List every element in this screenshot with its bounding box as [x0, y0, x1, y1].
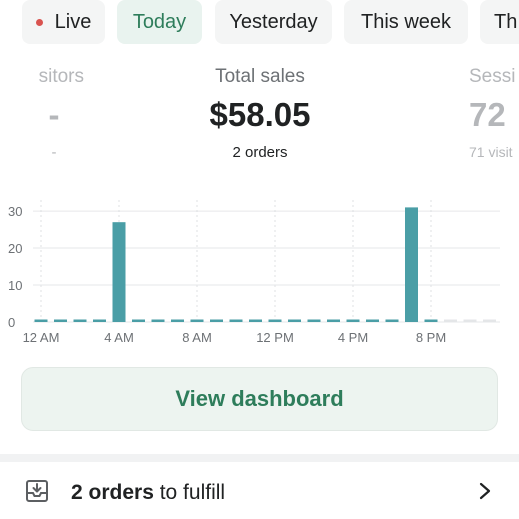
hour-bar: [307, 319, 321, 322]
x-tick-label: 4 AM: [104, 330, 134, 345]
metric-sessions-label: Sessi: [469, 66, 516, 87]
metric-visitors[interactable]: sitors - -: [0, 66, 84, 161]
x-tick-label: 12 PM: [256, 330, 294, 345]
tab-today-label: Today: [132, 10, 187, 33]
orders-to-fulfill-row[interactable]: 2 orders to fulfill: [0, 462, 519, 519]
x-tick-label: 8 AM: [182, 330, 212, 345]
section-divider: [0, 454, 519, 462]
hour-bar: [93, 319, 106, 322]
hour-bar: [54, 319, 67, 322]
x-tick-label: 4 PM: [338, 330, 368, 345]
hour-bar: [366, 319, 379, 322]
x-tick-label: 12 AM: [23, 330, 60, 345]
hour-bar: [385, 319, 399, 322]
metric-visitors-label: sitors: [38, 66, 84, 87]
hour-bar: [268, 319, 282, 322]
tab-live-label: Live: [54, 10, 92, 33]
hour-bar: [190, 319, 204, 322]
tab-yesterday[interactable]: Yesterday: [215, 0, 332, 44]
tab-next-partial[interactable]: Th: [480, 0, 519, 44]
hour-bar: [288, 319, 301, 322]
tab-yesterday-label: Yesterday: [229, 10, 318, 33]
to-fulfill-label: to fulfill: [153, 481, 226, 504]
live-dot-icon: [35, 18, 43, 26]
metric-sales-value: $58.05: [209, 96, 311, 133]
tab-live[interactable]: Live: [22, 0, 105, 44]
metric-sessions-sub: 71 visit: [469, 144, 513, 160]
date-range-tabs: Live Today Yesterday This week Th: [0, 0, 519, 44]
tab-this-week[interactable]: This week: [344, 0, 468, 44]
metric-total-sales[interactable]: Total sales $58.05 2 orders: [160, 66, 360, 161]
hour-bar: [229, 319, 243, 322]
hour-bar: [132, 319, 145, 322]
x-tick-label: 8 PM: [416, 330, 446, 345]
hour-bar: [210, 319, 223, 322]
metric-visitors-value: -: [48, 96, 60, 133]
orders-count: 2 orders: [71, 481, 154, 504]
hour-bar: [171, 319, 184, 322]
hour-bar: [112, 222, 126, 322]
hour-bar: [463, 319, 477, 322]
hour-bar: [346, 319, 360, 322]
analytics-screen: Live Today Yesterday This week Th sitors…: [0, 0, 519, 519]
view-dashboard-label: View dashboard: [175, 386, 344, 411]
hour-bar: [424, 319, 438, 322]
tab-next-label: Th: [494, 10, 518, 33]
tab-today[interactable]: Today: [117, 0, 202, 44]
view-dashboard-button[interactable]: View dashboard: [21, 367, 498, 431]
hour-bar: [405, 207, 418, 322]
metric-sales-sub: 2 orders: [232, 144, 288, 161]
metric-sessions[interactable]: Sessi 72 71 visit: [469, 66, 519, 160]
hour-bar: [34, 319, 48, 322]
hour-bar: [327, 319, 340, 322]
metric-sessions-value: 72: [469, 96, 506, 133]
sales-by-hour-chart: 0 10 20 30 12 AM 4 AM 8 AM 12 PM 4 PM 8 PM: [8, 200, 500, 345]
y-tick-label: 20: [8, 241, 22, 256]
inbox-download-icon: [26, 480, 48, 502]
hour-bar: [249, 319, 262, 322]
tab-this-week-label: This week: [360, 10, 452, 33]
metric-sales-label: Total sales: [215, 66, 305, 87]
metric-visitors-sub: -: [51, 144, 57, 161]
y-tick-label: 0: [8, 315, 15, 330]
y-tick-label: 30: [8, 204, 22, 219]
hour-bar: [73, 319, 87, 322]
orders-to-fulfill-text: 2 orders to fulfill: [71, 481, 225, 505]
hour-bar: [444, 319, 457, 322]
y-tick-label: 10: [8, 278, 22, 293]
hour-bar: [483, 319, 496, 322]
hour-bar: [151, 319, 165, 322]
chevron-right-icon: [479, 482, 491, 500]
